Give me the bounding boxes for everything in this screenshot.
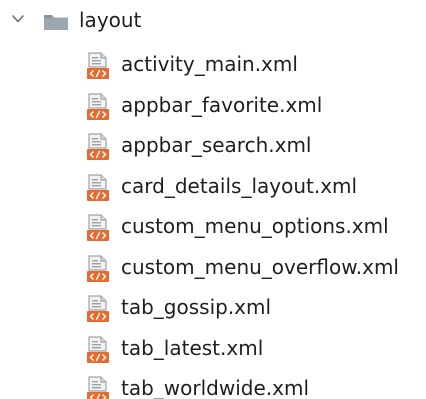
file-label: custom_menu_options.xml — [121, 214, 389, 238]
xml-layout-file-icon — [85, 214, 111, 242]
file-label: tab_worldwide.xml — [121, 376, 310, 399]
file-label: tab_latest.xml — [121, 335, 264, 360]
xml-layout-file-icon — [85, 335, 111, 364]
file-row[interactable]: card_details_layout.xml — [0, 166, 426, 207]
file-row[interactable]: tab_worldwide.xml — [0, 368, 426, 399]
project-tree: layout activity_main.xml appbar_favorite… — [0, 0, 426, 399]
file-list: activity_main.xml appbar_favorite.xml ap… — [0, 44, 426, 399]
file-label: appbar_search.xml — [121, 133, 312, 157]
xml-layout-file-icon — [85, 376, 111, 399]
folder-icon — [43, 13, 69, 31]
file-row[interactable]: tab_latest.xml — [0, 328, 426, 369]
file-row[interactable]: tab_gossip.xml — [0, 287, 426, 328]
file-label: appbar_favorite.xml — [121, 92, 323, 117]
folder-row-layout[interactable]: layout — [0, 0, 426, 40]
chevron-down-icon[interactable] — [11, 12, 25, 26]
file-row[interactable]: appbar_search.xml — [0, 125, 426, 166]
file-label: custom_menu_overflow.xml — [121, 254, 399, 279]
file-row[interactable]: activity_main.xml — [0, 44, 426, 85]
folder-label: layout — [79, 8, 142, 32]
file-label: tab_gossip.xml — [121, 295, 272, 319]
file-row[interactable]: custom_menu_options.xml — [0, 206, 426, 247]
file-row[interactable]: appbar_favorite.xml — [0, 85, 426, 126]
xml-layout-file-icon — [85, 254, 111, 283]
xml-layout-file-icon — [85, 52, 111, 80]
file-label: activity_main.xml — [121, 52, 298, 76]
file-row[interactable]: custom_menu_overflow.xml — [0, 247, 426, 288]
xml-layout-file-icon — [85, 295, 111, 323]
xml-layout-file-icon — [85, 133, 111, 161]
file-label: card_details_layout.xml — [121, 173, 358, 198]
xml-layout-file-icon — [85, 173, 111, 202]
xml-layout-file-icon — [85, 92, 111, 121]
